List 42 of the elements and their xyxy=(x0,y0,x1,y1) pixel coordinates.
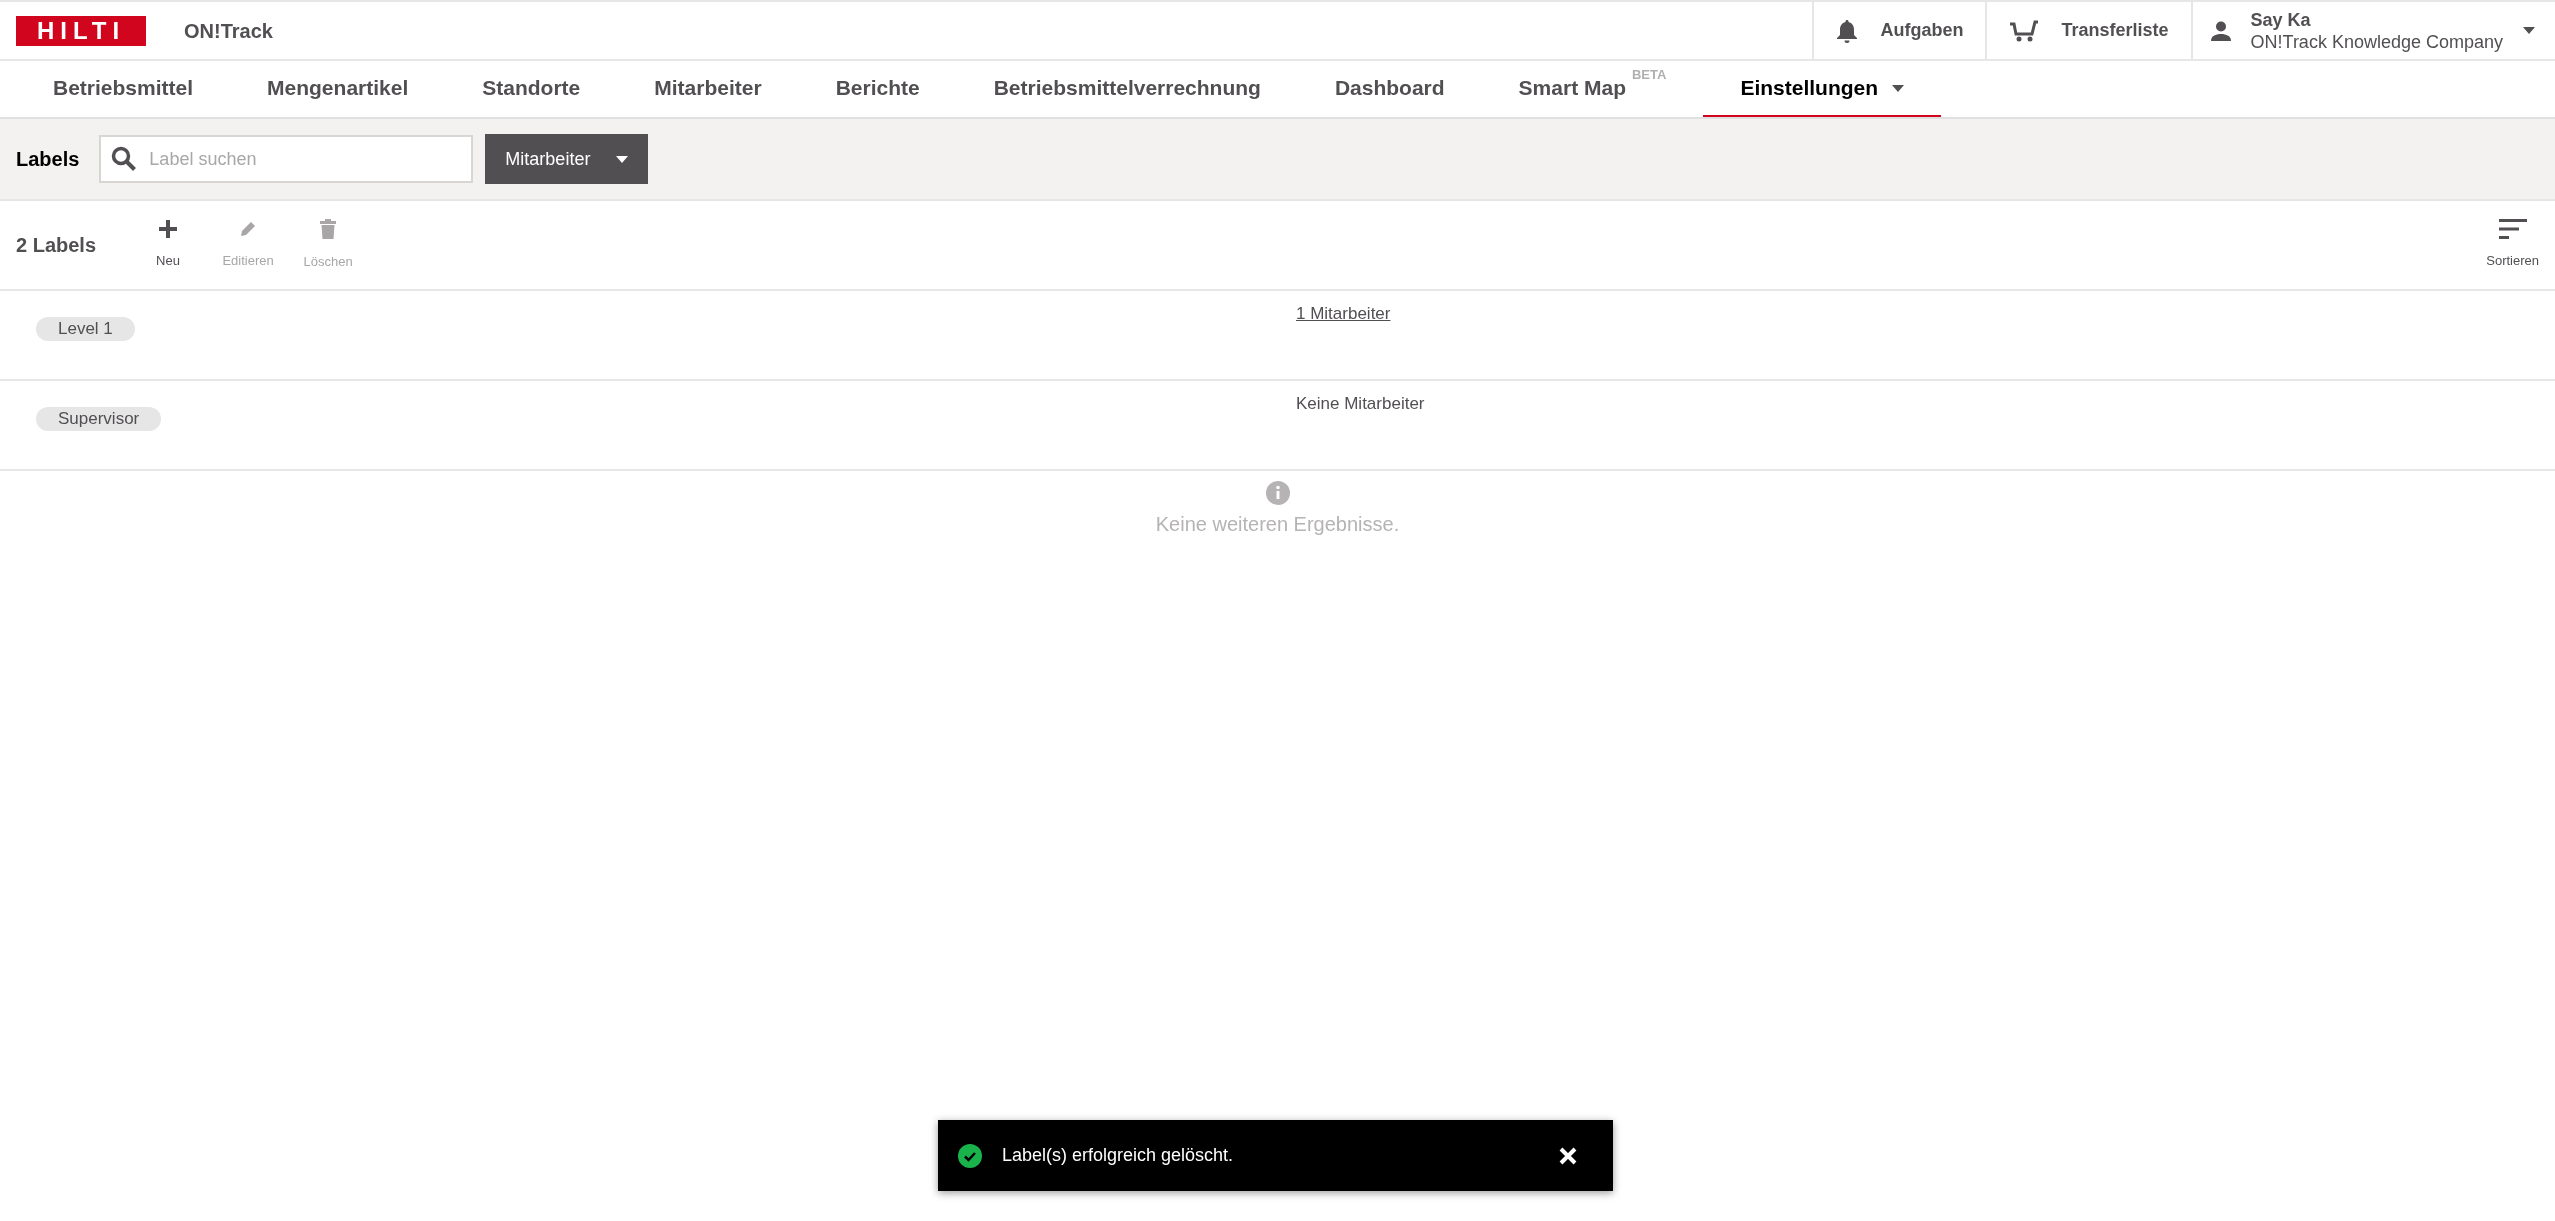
toast-message: Label(s) erfolgreich gelöscht. xyxy=(1002,1144,1234,1167)
nav-tab[interactable]: Mitarbeiter xyxy=(617,61,799,117)
label-count: 2 Labels xyxy=(16,233,97,258)
search-field[interactable]: Label suchen xyxy=(99,135,474,183)
nav-tab[interactable]: Mengenartikel xyxy=(230,61,446,117)
nav-tab[interactable]: Berichte xyxy=(798,61,957,117)
toolbar-button[interactable]: Neu xyxy=(128,219,209,271)
close-icon xyxy=(1559,1146,1577,1165)
close-button[interactable] xyxy=(1559,1146,1577,1165)
page-title: Labels xyxy=(16,147,80,172)
type-dropdown[interactable]: Mitarbeiter xyxy=(485,134,649,184)
nav-tab[interactable]: Einstellungen xyxy=(1703,61,1942,117)
search-icon xyxy=(111,146,138,172)
header-button[interactable]: Transferliste xyxy=(1985,2,2191,59)
nav-tab[interactable]: Standorte xyxy=(445,61,618,117)
label-tag: Level 1 xyxy=(36,317,135,341)
bell-icon xyxy=(1836,18,1859,43)
sort-icon xyxy=(2498,219,2527,240)
caret-icon xyxy=(616,155,629,163)
label-tag: Supervisor xyxy=(36,407,162,431)
person-icon xyxy=(2210,20,2231,41)
plus-icon xyxy=(158,219,179,240)
employee-count: Keine Mitarbeiter xyxy=(1296,393,1425,415)
nav-tab[interactable]: Dashboard xyxy=(1297,61,1482,117)
sort-button[interactable]: Sortieren xyxy=(2486,219,2539,271)
cart-icon xyxy=(2009,19,2040,42)
beta-label: BETA xyxy=(1631,68,1667,83)
logo: HILTI xyxy=(16,15,146,46)
company-name: ON!Track Knowledge Company xyxy=(2250,30,2503,53)
user-name: Say Ka xyxy=(2250,8,2312,31)
trash-icon xyxy=(319,218,338,241)
check-icon xyxy=(958,1143,982,1168)
app-name: ON!Track xyxy=(184,18,273,44)
header-button[interactable]: Aufgaben xyxy=(1812,2,1986,59)
nav-tab[interactable]: Betriebsmittelverrechnung xyxy=(956,61,1298,117)
user-menu[interactable]: Say Ka ON!Track Knowledge Company xyxy=(2190,2,2555,59)
end-message: Keine weiteren Ergebnisse. xyxy=(1155,512,1400,537)
caret-icon xyxy=(2523,27,2535,34)
info-icon xyxy=(1265,481,1290,505)
nav-tab[interactable]: Betriebsmittel xyxy=(16,61,231,117)
employee-link[interactable]: 1 Mitarbeiter xyxy=(1296,301,1391,327)
nav-tab[interactable]: Smart Map BETA xyxy=(1481,61,1704,117)
